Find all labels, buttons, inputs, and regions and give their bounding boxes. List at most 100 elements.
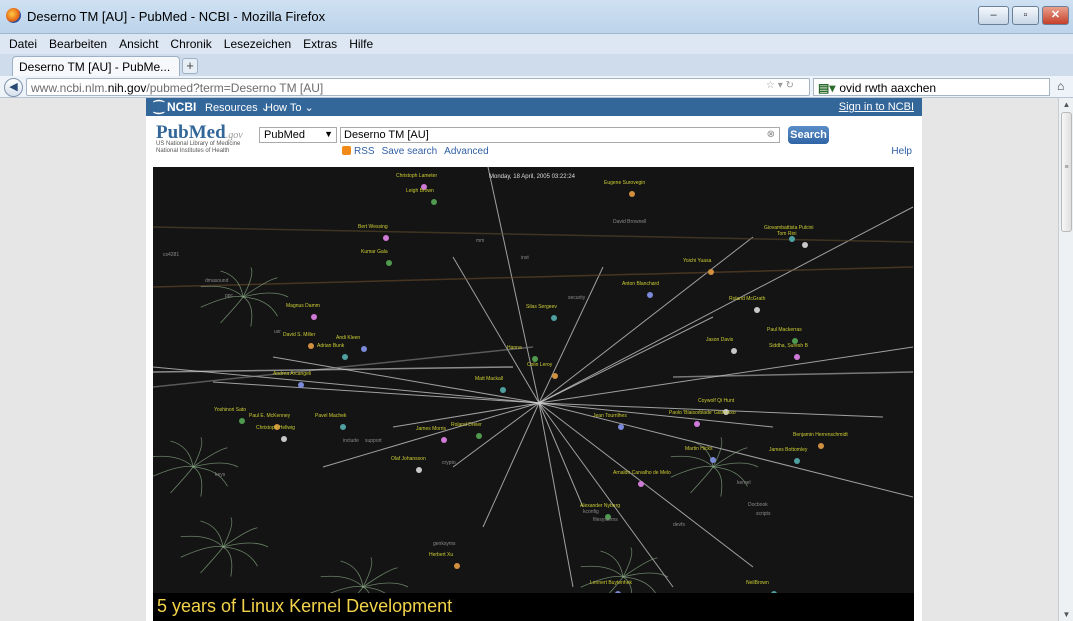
graph-node-label: genksyms [433, 541, 456, 547]
new-tab-button[interactable]: + [182, 58, 198, 74]
graph-edge [452, 402, 540, 468]
graph-node-label: James Bottomley [769, 447, 808, 453]
database-value: PubMed [264, 129, 305, 141]
graph-edge [482, 402, 540, 528]
developer-node [500, 387, 506, 393]
url-bar[interactable]: www.ncbi.nlm.nih.gov/pubmed?term=Deserno… [26, 78, 810, 96]
developer-node [298, 382, 304, 388]
video-caption-bar: 5 years of Linux Kernel Development [153, 593, 914, 621]
sign-in-link[interactable]: Sign in to NCBI [839, 101, 914, 113]
vertical-scrollbar[interactable]: ▲ ≡ ▼ [1058, 98, 1073, 621]
search-button[interactable]: Search [788, 126, 829, 144]
rss-icon [342, 146, 351, 155]
menu-extras[interactable]: Extras [297, 34, 343, 51]
developer-node [311, 314, 317, 320]
graph-node-label: NeilBrown [746, 580, 769, 586]
file-tree-branch [712, 462, 759, 468]
developer-node [629, 191, 635, 197]
graph-node-label: Hanna [507, 345, 522, 351]
navigation-bar: ◀ www.ncbi.nlm.nih.gov/pubmed?term=Deser… [0, 76, 1073, 98]
graph-node-label: inst [521, 255, 529, 261]
graph-edge [322, 402, 540, 468]
file-tree-branch [192, 447, 228, 468]
how-to-menu[interactable]: How To ⌄ [265, 101, 314, 114]
graph-node-label: usr [274, 329, 281, 335]
tab-pubmed[interactable]: Deserno TM [AU] - PubMe... [12, 56, 180, 76]
clear-icon[interactable]: ⊗ [767, 129, 775, 140]
back-button[interactable]: ◀ [4, 78, 23, 97]
search-bar-value: ovid rwth aaxchen [839, 81, 937, 95]
graph-edge [538, 236, 754, 404]
resources-label: Resources [205, 102, 258, 114]
web-search-input[interactable]: ▤▾ ovid rwth aaxchen [813, 78, 1050, 96]
search-term-value: Deserno TM [AU] [344, 129, 429, 141]
developer-node [386, 260, 392, 266]
graph-edge [212, 381, 540, 404]
developer-node [454, 563, 460, 569]
menu-ansicht[interactable]: Ansicht [113, 34, 164, 51]
developer-node [794, 458, 800, 464]
menu-bearbeiten[interactable]: Bearbeiten [43, 34, 113, 51]
minimize-button[interactable]: – [978, 6, 1009, 25]
file-tree-branch [222, 546, 258, 567]
graph-node-label: Arnaldo Carvalho de Melo [613, 470, 671, 476]
graph-node-label: Colin Leroy [527, 362, 553, 368]
video-caption: 5 years of Linux Kernel Development [157, 596, 453, 616]
database-select[interactable]: PubMed ▼ [259, 127, 337, 143]
rss-label: RSS [354, 146, 375, 157]
close-button[interactable]: ✕ [1042, 6, 1069, 25]
graph-node-label: Pavel Machek [315, 413, 347, 419]
resources-menu[interactable]: Resources ⌄ [205, 101, 270, 114]
file-tree-branch [220, 296, 244, 324]
file-tree-branch [242, 296, 278, 317]
ncbi-logo[interactable]: ⁐ NCBI [154, 100, 196, 114]
graph-node-label: Andi Kleen [336, 335, 361, 341]
help-link[interactable]: Help [891, 146, 912, 157]
graph-node-label: Christoph Lameter [396, 173, 438, 179]
file-tree-branch [200, 520, 224, 548]
developer-node [416, 467, 422, 473]
file-tree-branch [170, 440, 194, 468]
graph-node-label: Tom Rini [777, 231, 797, 237]
scroll-thumb[interactable]: ≡ [1061, 112, 1072, 232]
save-search-link[interactable]: Save search [382, 146, 438, 157]
menu-datei[interactable]: Datei [0, 34, 43, 51]
video-player[interactable]: Monday, 18 April, 2005 03:22:24 5 years … [153, 167, 914, 621]
search-engine-icon[interactable]: ▤▾ [818, 81, 835, 95]
bookmark-star-icon[interactable]: ☆ ▾ ↻ [766, 80, 794, 91]
graph-node-label: Paul E. McKenney [249, 413, 291, 419]
advanced-link[interactable]: Advanced [444, 146, 488, 157]
menu-lesezeichen[interactable]: Lesezeichen [218, 34, 297, 51]
rss-link[interactable]: RSS [342, 146, 375, 157]
graph-node-label: David Brownell [613, 219, 647, 225]
developer-node [694, 421, 700, 427]
ncbi-logo-text: NCBI [166, 100, 197, 114]
search-links: RSS Save search Advanced [342, 146, 496, 157]
graph-streak [153, 266, 914, 288]
graph-node-label: Olaf Johansson [391, 456, 426, 462]
developer-node [551, 315, 557, 321]
file-tree-branch [200, 296, 244, 308]
file-tree-branch [622, 547, 633, 578]
file-tree-branch [670, 455, 714, 468]
menu-hilfe[interactable]: Hilfe [343, 34, 379, 51]
graph-node-label: ppc [225, 293, 234, 299]
search-term-input[interactable]: Deserno TM [AU] ⊗ [340, 127, 780, 143]
menu-chronik[interactable]: Chronik [164, 34, 217, 51]
nlm-subtitle: US National Library of Medicine National … [156, 141, 240, 155]
file-tree-branch [180, 546, 224, 558]
file-tree-branch [170, 466, 194, 494]
file-tree-branch [600, 550, 624, 578]
scroll-down-icon[interactable]: ▼ [1059, 608, 1073, 621]
tab-label: Deserno TM [AU] - PubMe... [19, 60, 171, 74]
maximize-button[interactable]: ▫ [1012, 6, 1039, 25]
graph-node-label: Benjamin Herrenschmidt [793, 432, 848, 438]
home-icon[interactable]: ⌂ [1057, 79, 1064, 93]
file-tree-branch [222, 527, 258, 548]
developer-node [552, 373, 558, 379]
url-path: /pubmed?term=Deserno TM [AU] [146, 81, 324, 95]
scroll-up-icon[interactable]: ▲ [1059, 98, 1073, 111]
graph-node-label: Anton Blanchard [622, 281, 659, 287]
graph-node-label: kconfig [583, 509, 599, 515]
nih-line: National Institutes of Health [156, 148, 230, 154]
